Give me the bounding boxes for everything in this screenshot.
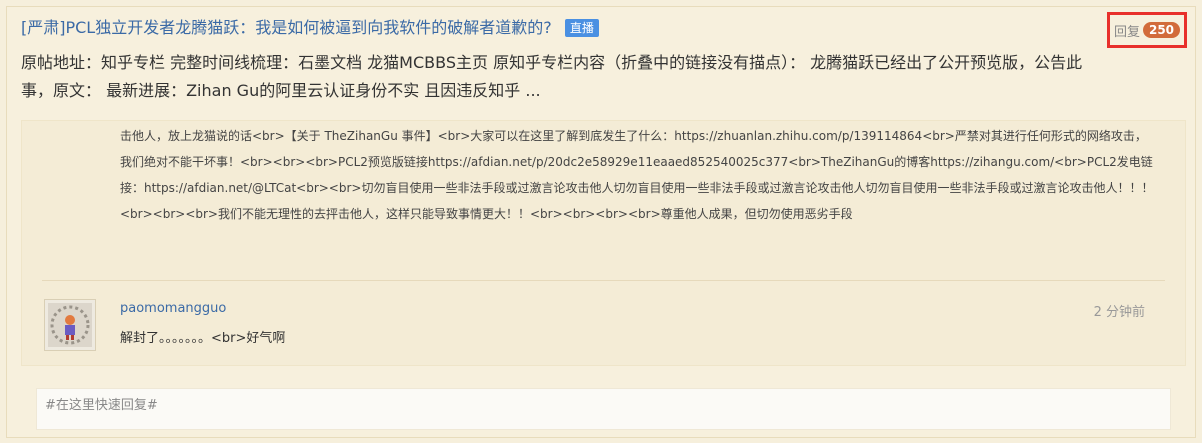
reply-count-box[interactable]: 回复 250 (1107, 12, 1187, 48)
post-summary: 原帖地址：知乎专栏 完整时间线梳理：石墨文档 龙猫MCBBS主页 原知乎专栏内容… (21, 53, 1083, 100)
user-avatar[interactable] (44, 299, 96, 351)
avatar-image-icon (48, 303, 92, 347)
quick-reply-input[interactable]: #在这里快速回复# (36, 388, 1171, 430)
post-title-link[interactable]: [严肃]PCL独立开发者龙腾猫跃：我是如何被逼到向我软件的破解者道歉的? (21, 18, 552, 37)
thread-panel: 击他人，放上龙猫说的话<br>【关于 TheZihanGu 事件】<br>大家可… (21, 120, 1186, 366)
comment-divider (42, 280, 1165, 281)
post-title-row: [严肃]PCL独立开发者龙腾猫跃：我是如何被逼到向我软件的破解者道歉的? 直播 (21, 17, 1021, 41)
live-tag[interactable]: 直播 (564, 19, 599, 37)
comment-time: 2 分钟前 (1093, 305, 1145, 320)
comment-username[interactable]: paomomangguo (120, 301, 226, 316)
post-body-text: 击他人，放上龙猫说的话<br>【关于 TheZihanGu 事件】<br>大家可… (120, 129, 1154, 221)
reply-count-badge: 250 (1142, 22, 1181, 38)
comment-text: 解封了。。。。。。。<br>好气啊 (120, 331, 286, 346)
reply-label: 回复 (1113, 24, 1140, 40)
post-card: [严肃]PCL独立开发者龙腾猫跃：我是如何被逼到向我软件的破解者道歉的? 直播 … (6, 6, 1196, 438)
